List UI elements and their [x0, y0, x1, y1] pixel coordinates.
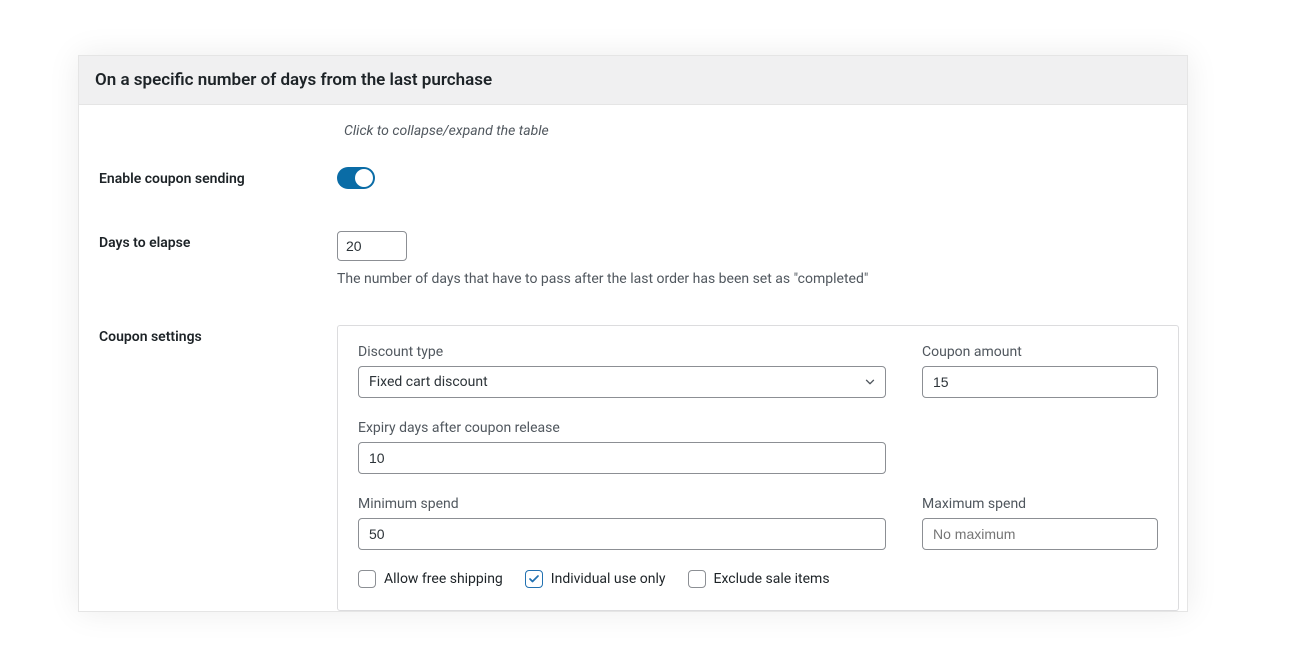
individual-use-only-checkbox[interactable]: Individual use only: [525, 570, 666, 588]
days-to-elapse-helper: The number of days that have to pass aft…: [337, 271, 1167, 287]
label-coupon-amount: Coupon amount: [922, 344, 1158, 360]
checkbox-box: [358, 570, 376, 588]
row-days-to-elapse: Days to elapse The number of days that h…: [99, 231, 1167, 287]
label-discount-type: Discount type: [358, 344, 886, 360]
allow-free-shipping-label: Allow free shipping: [384, 571, 503, 587]
checkbox-box: [688, 570, 706, 588]
label-expiry-days: Expiry days after coupon release: [358, 420, 886, 436]
coupon-settings-box: Discount type Fixed cart discount: [337, 325, 1179, 611]
days-to-elapse-input[interactable]: [337, 231, 407, 261]
coupon-amount-input[interactable]: [922, 366, 1158, 398]
checkbox-row: Allow free shipping Individual use only: [358, 570, 1158, 588]
collapse-hint: Click to collapse/expand the table: [344, 119, 1167, 139]
discount-type-value: Fixed cart discount: [369, 374, 488, 390]
label-coupon-settings: Coupon settings: [99, 325, 337, 345]
panel-header[interactable]: On a specific number of days from the la…: [79, 56, 1187, 105]
label-enable-coupon-sending: Enable coupon sending: [99, 167, 337, 187]
label-max-spend: Maximum spend: [922, 496, 1158, 512]
row-enable-coupon-sending: Enable coupon sending: [99, 167, 1167, 193]
row-coupon-settings: Coupon settings Discount type Fixed cart…: [99, 325, 1167, 611]
settings-panel: On a specific number of days from the la…: [78, 55, 1188, 612]
label-min-spend: Minimum spend: [358, 496, 886, 512]
expiry-days-input[interactable]: [358, 442, 886, 474]
max-spend-input[interactable]: [922, 518, 1158, 550]
panel-body: Click to collapse/expand the table Enabl…: [79, 105, 1187, 611]
panel-title: On a specific number of days from the la…: [95, 70, 492, 90]
exclude-sale-items-checkbox[interactable]: Exclude sale items: [688, 570, 830, 588]
exclude-sale-items-label: Exclude sale items: [714, 571, 830, 587]
label-days-to-elapse: Days to elapse: [99, 231, 337, 251]
toggle-knob: [355, 169, 373, 187]
individual-use-only-label: Individual use only: [551, 571, 666, 587]
checkbox-box: [525, 570, 543, 588]
chevron-down-icon: [863, 375, 877, 389]
min-spend-input[interactable]: [358, 518, 886, 550]
allow-free-shipping-checkbox[interactable]: Allow free shipping: [358, 570, 503, 588]
enable-coupon-sending-toggle[interactable]: [337, 167, 375, 189]
discount-type-select[interactable]: Fixed cart discount: [358, 366, 886, 398]
